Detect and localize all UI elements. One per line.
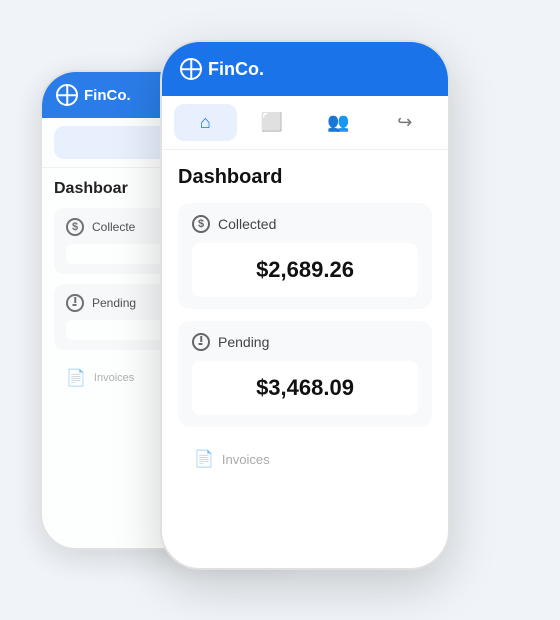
front-dollar-icon: $ (192, 215, 210, 233)
front-nav: ⌂ ⬜ 👥 ↪ (162, 96, 448, 150)
phones-container: FinCo. ⌂ Dashboar $ Collecte (120, 40, 440, 580)
front-invoice-icon: 📄 (194, 449, 214, 469)
back-invoices-label: Invoices (94, 372, 134, 384)
front-collected-value-box: $2,689.26 (192, 243, 418, 297)
front-logout-icon: ↪ (397, 112, 412, 133)
front-users-icon: 👥 (327, 112, 349, 133)
front-collected-label-row: $ Collected (192, 215, 418, 233)
front-nav-users[interactable]: 👥 (307, 104, 370, 141)
front-nav-documents[interactable]: ⬜ (241, 104, 304, 141)
front-invoices-label: Invoices (222, 452, 270, 467)
back-app-name: FinCo. (84, 87, 131, 104)
front-collected-label: Collected (218, 216, 276, 232)
front-pending-value: $3,468.09 (256, 375, 354, 400)
back-globe-icon (56, 84, 78, 106)
back-pending-label: Pending (92, 296, 136, 310)
front-nav-home[interactable]: ⌂ (174, 104, 237, 141)
front-pending-card: Pending $3,468.09 (178, 321, 432, 427)
front-pending-value-box: $3,468.09 (192, 361, 418, 415)
front-clock-icon (192, 333, 210, 351)
phone-front: FinCo. ⌂ ⬜ 👥 ↪ Dashboard $ (160, 40, 450, 570)
front-phone-header: FinCo. (162, 42, 448, 96)
front-app-name: FinCo. (208, 59, 264, 80)
front-logo: FinCo. (180, 58, 264, 80)
front-collected-value: $2,689.26 (256, 257, 354, 282)
front-pending-label-row: Pending (192, 333, 418, 351)
front-nav-logout[interactable]: ↪ (374, 104, 437, 141)
back-clock-icon (66, 294, 84, 312)
front-collected-card: $ Collected $2,689.26 (178, 203, 432, 309)
back-dollar-icon: $ (66, 218, 84, 236)
front-home-icon: ⌂ (200, 112, 211, 133)
front-globe-icon (180, 58, 202, 80)
back-invoice-icon: 📄 (66, 368, 86, 388)
back-logo: FinCo. (56, 84, 131, 106)
front-dashboard-title: Dashboard (178, 166, 432, 189)
back-collected-label: Collecte (92, 220, 135, 234)
front-content: Dashboard $ Collected $2,689.26 Pending (162, 150, 448, 495)
front-documents-icon: ⬜ (261, 112, 283, 133)
front-invoices-row: 📄 Invoices (178, 439, 432, 479)
front-pending-label: Pending (218, 334, 269, 350)
